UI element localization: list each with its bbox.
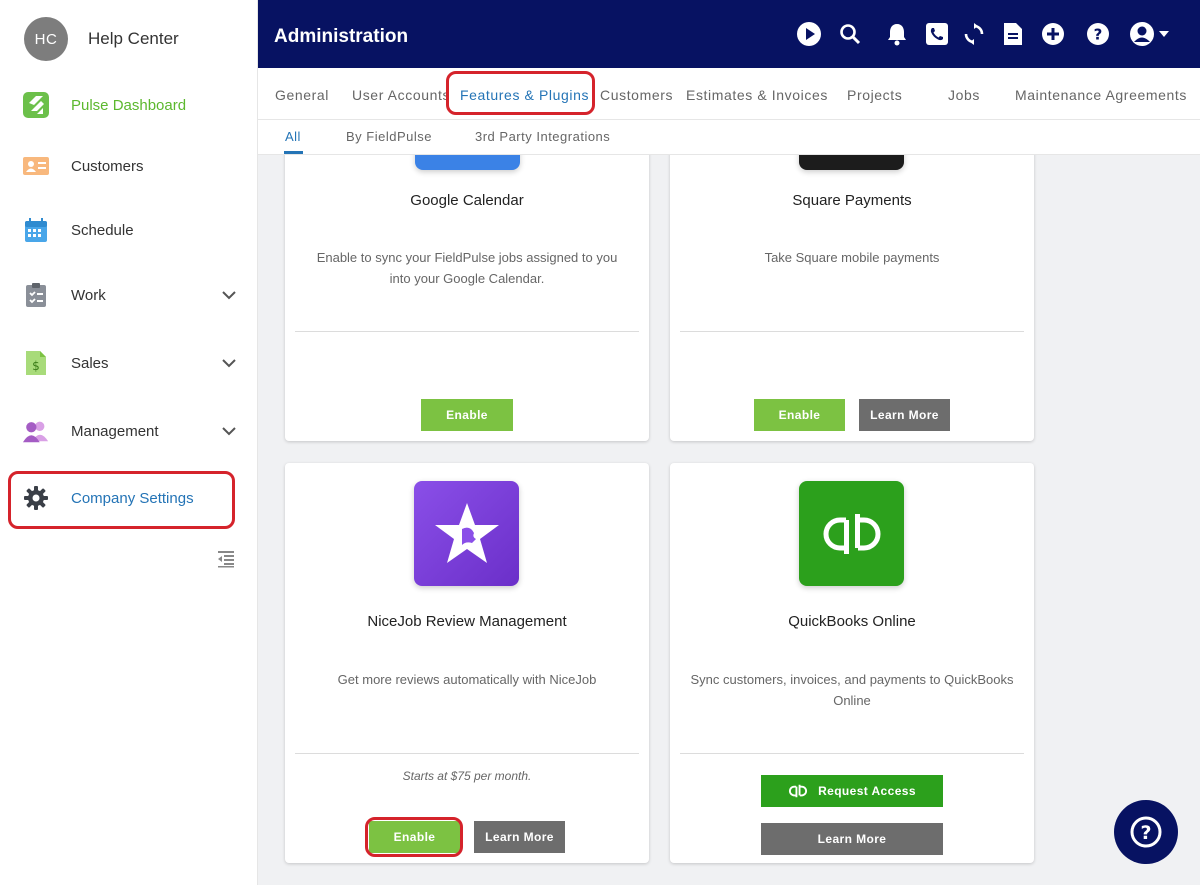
subtab-3rd-party[interactable]: 3rd Party Integrations bbox=[475, 129, 610, 144]
pricing-note: Starts at $75 per month. bbox=[402, 769, 532, 783]
phone-icon[interactable] bbox=[923, 20, 951, 48]
sidebar-item-label: Sales bbox=[71, 354, 109, 372]
tab-maintenance-agreements[interactable]: Maintenance Agreements bbox=[1015, 87, 1187, 103]
question-icon: ? bbox=[1130, 816, 1162, 848]
card-divider bbox=[680, 331, 1024, 332]
user-profile[interactable]: HC Help Center bbox=[24, 17, 179, 61]
chevron-down-icon[interactable] bbox=[222, 423, 236, 441]
user-name: Help Center bbox=[88, 29, 179, 48]
help-icon[interactable]: ? bbox=[1084, 20, 1112, 48]
card-divider bbox=[680, 753, 1024, 754]
users-icon bbox=[22, 417, 50, 445]
user-menu-icon[interactable] bbox=[1128, 20, 1174, 48]
search-icon[interactable] bbox=[836, 20, 864, 48]
plugins-grid: Google Calendar Enable to sync your Fiel… bbox=[258, 155, 1200, 885]
quickbooks-logo-icon bbox=[799, 481, 904, 586]
tab-customers[interactable]: Customers bbox=[600, 87, 673, 103]
card-description: Enable to sync your FieldPulse jobs assi… bbox=[316, 250, 618, 286]
chevron-down-icon[interactable] bbox=[222, 287, 236, 305]
sidebar-item-label: Pulse Dashboard bbox=[71, 96, 187, 114]
page-title: Administration bbox=[274, 26, 409, 47]
dollar-document-icon: $ bbox=[22, 349, 50, 377]
avatar: HC bbox=[24, 17, 68, 61]
card-title: Google Calendar bbox=[410, 192, 524, 209]
document-icon[interactable] bbox=[999, 20, 1027, 48]
help-chat-button[interactable]: ? bbox=[1114, 800, 1178, 864]
chevron-down-icon[interactable] bbox=[222, 355, 236, 373]
contact-card-icon bbox=[22, 152, 50, 180]
plugin-filter-tabs: All By FieldPulse 3rd Party Integrations bbox=[258, 120, 1200, 155]
quickbooks-icon bbox=[789, 784, 808, 798]
nicejob-logo-icon bbox=[414, 481, 519, 586]
admin-tabs: General User Accounts Features & Plugins… bbox=[258, 68, 1200, 120]
sidebar-item-customers[interactable]: Customers bbox=[22, 146, 238, 186]
highlight-company-settings bbox=[8, 471, 235, 529]
card-title: NiceJob Review Management bbox=[367, 613, 567, 630]
plugin-card-nicejob: NiceJob Review Management Get more revie… bbox=[285, 463, 649, 863]
calendar-icon bbox=[22, 216, 50, 244]
tab-estimates-invoices[interactable]: Estimates & Invoices bbox=[686, 87, 828, 103]
clipboard-icon bbox=[22, 281, 50, 309]
sidebar-item-sales[interactable]: $ Sales bbox=[22, 343, 238, 383]
google-calendar-logo-icon bbox=[415, 155, 520, 170]
sync-icon[interactable] bbox=[960, 20, 988, 48]
card-divider bbox=[295, 753, 639, 754]
subtab-by-fieldpulse[interactable]: By FieldPulse bbox=[346, 129, 432, 144]
card-divider bbox=[295, 331, 639, 332]
tab-projects[interactable]: Projects bbox=[847, 87, 902, 103]
highlight-enable-nicejob bbox=[365, 817, 463, 857]
tab-general[interactable]: General bbox=[275, 87, 329, 103]
sidebar-item-work[interactable]: Work bbox=[22, 275, 238, 315]
enable-button[interactable]: Enable bbox=[421, 399, 513, 431]
play-icon[interactable] bbox=[795, 20, 823, 48]
square-logo-icon bbox=[799, 155, 904, 170]
learn-more-button[interactable]: Learn More bbox=[474, 821, 565, 853]
card-description: Get more reviews automatically with Nice… bbox=[337, 672, 597, 687]
sidebar-item-label: Work bbox=[71, 286, 106, 304]
plugin-card-google-calendar: Google Calendar Enable to sync your Fiel… bbox=[285, 155, 649, 441]
plugin-card-quickbooks: QuickBooks Online Sync customers, invoic… bbox=[670, 463, 1034, 863]
subtab-all[interactable]: All bbox=[285, 129, 301, 144]
sidebar-item-label: Customers bbox=[71, 157, 144, 175]
sidebar-item-management[interactable]: Management bbox=[22, 411, 238, 451]
sidebar-item-schedule[interactable]: Schedule bbox=[22, 210, 238, 250]
learn-more-button[interactable]: Learn More bbox=[761, 823, 943, 855]
bell-icon[interactable] bbox=[883, 20, 911, 48]
card-title: QuickBooks Online bbox=[788, 613, 916, 630]
request-access-button[interactable]: Request Access bbox=[761, 775, 943, 807]
tab-jobs[interactable]: Jobs bbox=[948, 87, 980, 103]
sidebar-item-pulse-dashboard[interactable]: Pulse Dashboard bbox=[22, 85, 238, 125]
request-access-label: Request Access bbox=[818, 784, 916, 798]
sidebar-item-label: Management bbox=[71, 422, 159, 440]
highlight-features-plugins bbox=[446, 71, 595, 115]
sidebar: HC Help Center Pulse Dashboard Customers… bbox=[0, 0, 258, 885]
svg-text:$: $ bbox=[32, 359, 40, 373]
svg-text:?: ? bbox=[1094, 26, 1103, 44]
sidebar-item-label: Schedule bbox=[71, 221, 134, 239]
card-description: Take Square mobile payments bbox=[764, 250, 940, 265]
pulse-logo-icon bbox=[22, 91, 50, 119]
subtab-active-indicator bbox=[284, 151, 303, 154]
add-icon[interactable] bbox=[1039, 20, 1067, 48]
collapse-sidebar-icon[interactable] bbox=[217, 550, 235, 573]
svg-text:?: ? bbox=[1140, 822, 1151, 844]
tab-user-accounts[interactable]: User Accounts bbox=[352, 87, 450, 103]
top-bar: Administration ? bbox=[258, 0, 1200, 68]
enable-button[interactable]: Enable bbox=[754, 399, 845, 431]
card-description: Sync customers, invoices, and payments t… bbox=[690, 672, 1014, 708]
card-title: Square Payments bbox=[792, 192, 912, 209]
plugin-card-square-payments: Square Payments Take Square mobile payme… bbox=[670, 155, 1034, 441]
learn-more-button[interactable]: Learn More bbox=[859, 399, 950, 431]
